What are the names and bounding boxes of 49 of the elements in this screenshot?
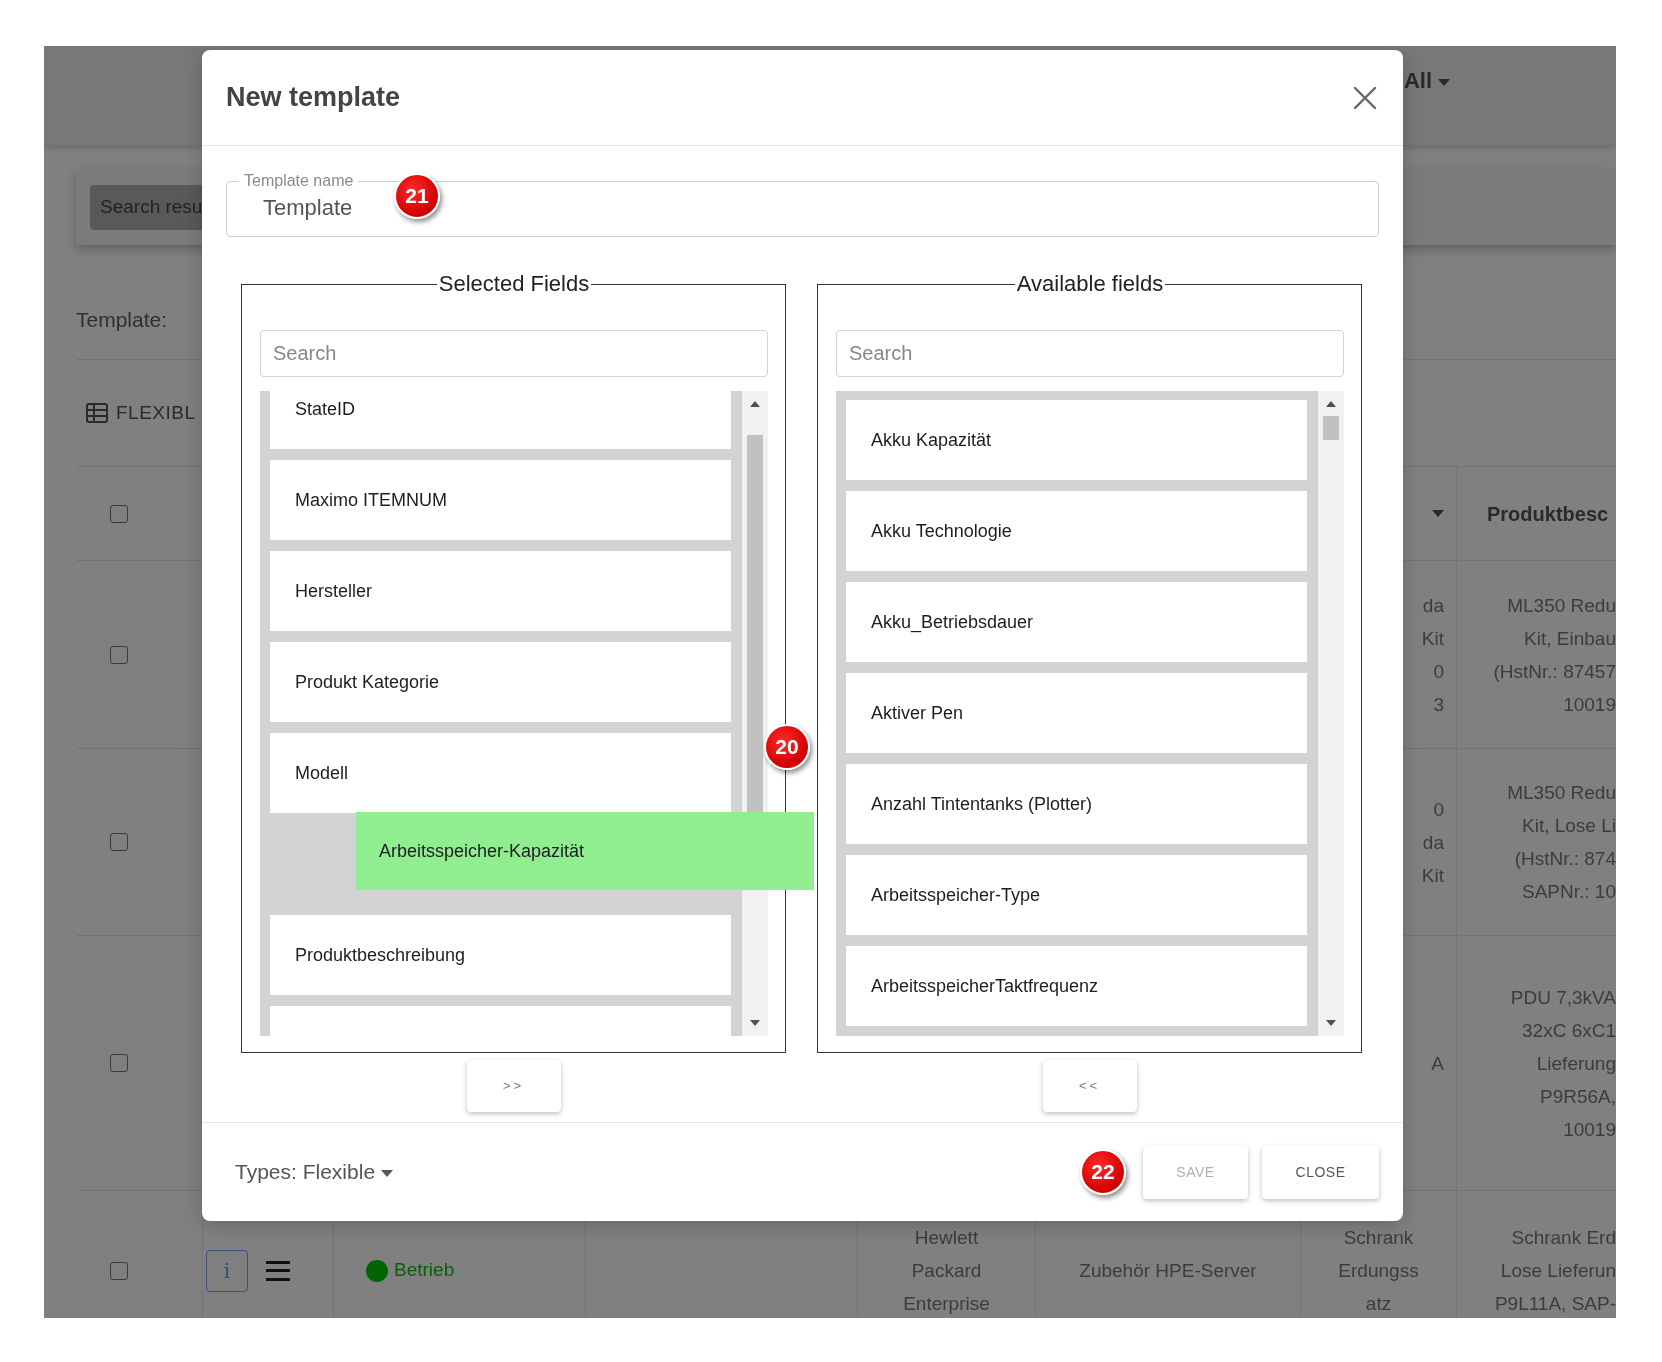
field-list-item[interactable]: Akku Kapazität	[846, 400, 1307, 480]
table-cell-text: PDU 7,3kVA 32xC 6xC1 Lieferung P9R56A, 10019	[1510, 985, 1616, 1142]
row-checkbox[interactable]	[110, 833, 128, 851]
field-list-item[interactable]: Aktiver Pen	[846, 673, 1307, 753]
types-dropdown[interactable]: Types: Flexible	[235, 1156, 394, 1188]
column-header: Produktbesc	[1487, 501, 1609, 527]
section-title: FLEXIBL	[116, 400, 196, 425]
panel-legend: Selected Fields	[436, 271, 592, 297]
callout-badge: 22	[1080, 1149, 1126, 1195]
status-text: Betrieb	[394, 1258, 455, 1283]
move-button[interactable]: <<	[1042, 1060, 1137, 1112]
field-list-item[interactable]: Produkt Kategorie	[270, 642, 731, 722]
table-cell-text: A	[1431, 1051, 1444, 1076]
search-field[interactable]: Search	[260, 330, 768, 377]
field-list-item[interactable]: Anzahl Tintentanks (Plotter)	[846, 764, 1307, 844]
close-button[interactable]: CLOSE	[1262, 1145, 1379, 1199]
dialog-title: New template	[226, 81, 401, 114]
row-checkbox[interactable]	[110, 1261, 128, 1280]
table-cell-text: Zubehör HPE-Server	[1079, 1259, 1257, 1283]
table-cell-text: Hewlett Packard Enterprise	[903, 1226, 990, 1316]
row-checkbox[interactable]	[110, 1054, 128, 1072]
sort-caret-icon[interactable]	[1432, 510, 1444, 517]
scrollbar[interactable]	[1318, 391, 1344, 1036]
panel-legend: Available fields	[1014, 271, 1166, 297]
table-cell-text: 0 da Kit	[1421, 797, 1444, 888]
callout-badge: 20	[764, 724, 810, 770]
table-cell-text: Schrank Erd Lose Lieferun P9L11A, SAP-	[1494, 1226, 1616, 1316]
field-list-item[interactable]: Akku_Betriebsdauer	[846, 582, 1307, 662]
field-list-item[interactable]: Produktbeschreibung	[270, 915, 731, 995]
table-cell-text: ML350 Redu Kit, Lose Li (HstNr.: 874 SAPNr.: 10	[1507, 781, 1616, 904]
field-list-item[interactable]: Hersteller	[270, 551, 731, 631]
field-list-item[interactable]: StateID	[270, 391, 731, 449]
template-label: Template:	[76, 307, 168, 334]
table-icon	[86, 403, 108, 423]
field-list-item[interactable]: Akku Technologie	[846, 491, 1307, 571]
menu-icon[interactable]	[266, 1260, 290, 1281]
table-cell-text: da Kit 0 3	[1421, 593, 1444, 717]
callout-badge: 21	[394, 173, 440, 219]
move-button[interactable]: >>	[466, 1060, 561, 1112]
row-checkbox[interactable]	[110, 645, 128, 664]
field-list-item[interactable]: ArbeitsspeicherTaktfrequenz	[846, 946, 1307, 1026]
field-list-item[interactable]: Arbeitsspeicher-Type	[846, 855, 1307, 935]
dragged-field-item[interactable]: Arbeitsspeicher-Kapazität	[356, 812, 814, 890]
field-list-item[interactable]: Maximo ITEMNUM	[270, 460, 731, 540]
table-cell-text: Schrank Erdungss atz	[1338, 1226, 1419, 1316]
search-field[interactable]: Search	[836, 330, 1344, 377]
table-cell-text: ML350 Redu Kit, Einbau (HstNr.: 87457 10019	[1493, 593, 1616, 717]
row-checkbox[interactable]	[110, 504, 128, 523]
field-list-item[interactable]: Modell	[270, 733, 731, 813]
